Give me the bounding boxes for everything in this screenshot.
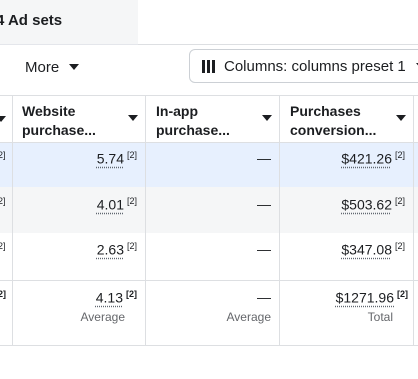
footnote-marker[interactable]: [2] — [127, 196, 137, 206]
footnote-marker[interactable]: [2] — [127, 241, 137, 251]
chevron-down-icon[interactable] — [128, 115, 138, 121]
columns-preset-label: Columns: columns preset 1 — [224, 58, 406, 75]
cell-value[interactable]: $503.62 — [341, 197, 392, 213]
footnote-marker[interactable]: [2] — [126, 289, 137, 299]
cell-value[interactable]: 2.63 — [97, 242, 124, 258]
column-header-line: purchase... — [22, 121, 138, 140]
column-header-line: conversion... — [290, 121, 406, 140]
footnote-marker[interactable]: [2] — [395, 150, 405, 160]
more-button[interactable]: More — [14, 51, 79, 83]
column-header-in-app-purchase[interactable]: In-app purchase... — [156, 102, 272, 140]
summary-label: Total — [368, 310, 393, 324]
in-app-purchase-cell: — — [257, 196, 271, 212]
column-header-line: Purchases — [290, 102, 406, 121]
website-purchase-total: 4.13 [2] — [96, 289, 137, 306]
chevron-down-icon[interactable] — [396, 115, 406, 121]
column-divider — [145, 96, 146, 345]
website-purchase-cell: 2.63 [2] — [97, 241, 137, 258]
tab-bar-filler — [138, 0, 418, 45]
footnote-marker[interactable]: [2] — [397, 289, 408, 299]
website-purchase-cell: 5.74 [2] — [97, 150, 137, 167]
tab-bar: 4 Ad sets — [0, 0, 418, 44]
purchases-conversion-total: $1271.96 [2] — [336, 289, 408, 306]
purchases-conversion-cell: $421.26 [2] — [341, 150, 405, 167]
summary-label: Average — [227, 310, 271, 324]
column-header-purchases-conversion[interactable]: Purchases conversion... — [290, 102, 406, 140]
in-app-purchase-total: — — [257, 289, 271, 305]
total-value[interactable]: $1271.96 — [336, 290, 394, 306]
column-header-website-purchase[interactable]: Website purchase... — [22, 102, 138, 140]
in-app-purchase-cell: — — [257, 150, 271, 166]
footnote-marker[interactable]: [2] — [395, 196, 405, 206]
table-header: Website purchase... In-app purchase... P… — [0, 96, 418, 143]
cell-value[interactable]: 5.74 — [97, 151, 124, 167]
total-value[interactable]: 4.13 — [96, 290, 123, 306]
columns-preset-button[interactable]: Columns: columns preset 1 — [189, 49, 418, 83]
in-app-purchase-cell: — — [257, 241, 271, 257]
tab-label: 4 Ad sets — [0, 12, 62, 29]
purchases-conversion-cell: $503.62 [2] — [341, 196, 405, 213]
cell-value[interactable]: $421.26 — [341, 151, 392, 167]
truncated-cell: 2] — [0, 289, 6, 299]
truncated-cell: 2] — [0, 150, 6, 160]
website-purchase-cell: 4.01 [2] — [97, 196, 137, 213]
footnote-marker[interactable]: [2] — [127, 150, 137, 160]
column-divider — [12, 96, 13, 345]
column-header-line: purchase... — [156, 121, 272, 140]
column-header-line: In-app — [156, 102, 272, 121]
column-divider — [413, 96, 414, 345]
sort-caret-icon[interactable] — [0, 116, 6, 122]
chevron-down-icon — [69, 64, 79, 70]
footnote-marker[interactable]: [2] — [395, 241, 405, 251]
more-button-label: More — [14, 59, 59, 76]
truncated-cell: 2] — [0, 196, 6, 206]
cell-value[interactable]: $347.08 — [341, 242, 392, 258]
columns-icon — [202, 60, 215, 73]
summary-label: Average — [81, 310, 125, 324]
column-divider — [279, 96, 280, 345]
purchases-conversion-cell: $347.08 [2] — [341, 241, 405, 258]
chevron-down-icon[interactable] — [262, 115, 272, 121]
tab-ad-sets[interactable]: 4 Ad sets — [0, 0, 138, 45]
column-header-line: Website — [22, 102, 138, 121]
ad-sets-table: Website purchase... In-app purchase... P… — [0, 95, 418, 346]
cell-value[interactable]: 4.01 — [97, 197, 124, 213]
truncated-cell: 2] — [0, 241, 6, 251]
